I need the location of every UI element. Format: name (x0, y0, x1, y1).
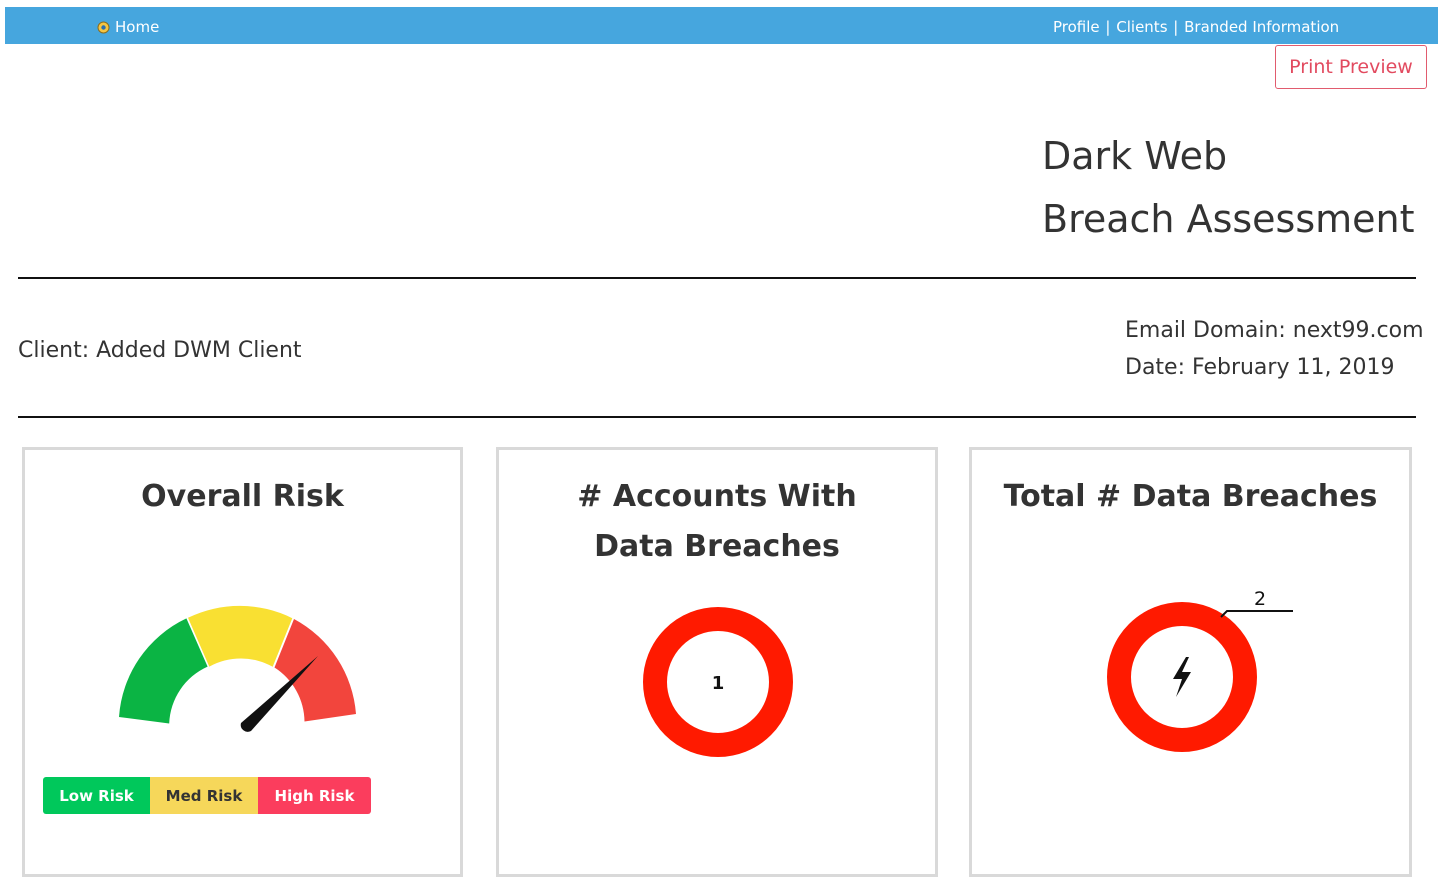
branded-information-link[interactable]: Branded Information (1184, 18, 1339, 36)
link-separator: | (1173, 18, 1179, 36)
client-name: Client: Added DWM Client (18, 338, 302, 363)
report-title-line2: Breach Assessment (1042, 197, 1415, 241)
profile-link[interactable]: Profile (1053, 18, 1100, 36)
breaches-donut-chart: 2 (1107, 590, 1293, 752)
top-nav-bar: Home Profile | Clients | Branded Informa… (5, 7, 1438, 44)
clients-link[interactable]: Clients (1116, 18, 1167, 36)
print-preview-button[interactable]: Print Preview (1275, 45, 1427, 89)
breaches-count: 2 (1254, 590, 1266, 610)
risk-legend: Low Risk Med Risk High Risk (43, 777, 371, 814)
callout-line (1220, 610, 1293, 618)
legend-high-risk: High Risk (258, 777, 371, 814)
accounts-count: 1 (712, 673, 725, 694)
email-domain: Email Domain: next99.com (1125, 318, 1424, 343)
report-date: Date: February 11, 2019 (1125, 355, 1395, 380)
legend-low-risk: Low Risk (43, 777, 150, 814)
card-title: # Accounts With Data Breaches (577, 479, 857, 564)
home-link[interactable]: Home (97, 18, 159, 36)
link-separator: | (1105, 18, 1111, 36)
total-data-breaches-card: Total # Data Breaches 2 (969, 447, 1412, 877)
top-links: Profile | Clients | Branded Information (1053, 18, 1339, 36)
lightning-bolt-icon (1173, 657, 1191, 697)
legend-med-risk: Med Risk (150, 777, 258, 814)
gauge-low-segment (119, 618, 208, 724)
divider (18, 277, 1416, 279)
accounts-donut-chart: 1 (643, 607, 793, 757)
report-meta: Email Domain: next99.com Date: February … (1125, 312, 1424, 386)
card-title: Overall Risk (141, 479, 344, 514)
accounts-with-breaches-card: # Accounts With Data Breaches 1 (496, 447, 938, 877)
card-title: Total # Data Breaches (1003, 479, 1378, 514)
home-icon (97, 21, 110, 33)
gauge-high-segment (274, 619, 356, 722)
risk-gauge (119, 605, 356, 732)
home-label: Home (115, 18, 160, 36)
report-title-line1: Dark Web (1042, 134, 1228, 178)
report-title: Dark Web Breach Assessment (1042, 125, 1415, 251)
overall-risk-card: Overall Risk Low Risk Med Risk High Risk (22, 447, 463, 877)
divider (18, 416, 1416, 418)
